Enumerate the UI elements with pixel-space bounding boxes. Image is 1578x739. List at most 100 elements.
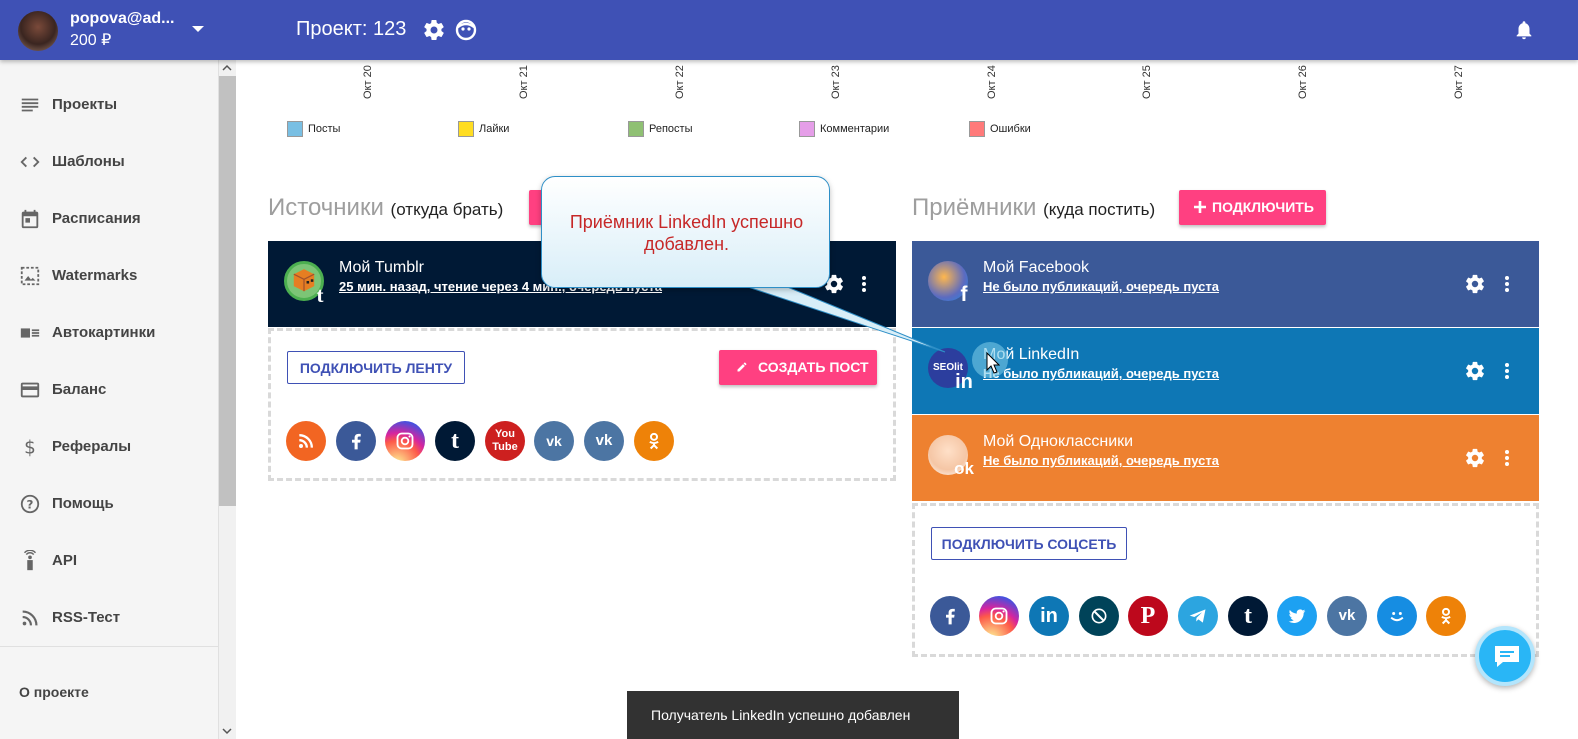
receiver-card-linkedin: SEOlit in Мой LinkedIn Не было публикаци… bbox=[912, 328, 1539, 414]
receiver-card-facebook: f Мой Facebook Не было публикаций, очере… bbox=[912, 241, 1539, 327]
connect-feed-button[interactable]: ПОДКЛЮЧИТЬ ЛЕНТУ bbox=[287, 351, 465, 384]
connect-receiver-label: ПОДКЛЮЧИТЬ bbox=[1212, 199, 1314, 215]
sidebar-item-label: Проекты bbox=[52, 96, 118, 113]
odnoklassniki-icon[interactable] bbox=[1426, 596, 1466, 636]
receiver-card-name: Мой Facebook bbox=[983, 259, 1090, 276]
photo-text-icon bbox=[20, 328, 40, 338]
wireless-icon bbox=[23, 550, 37, 571]
legend-swatch bbox=[458, 121, 474, 137]
svg-text:?: ? bbox=[27, 498, 34, 512]
instagram-icon[interactable] bbox=[385, 421, 425, 461]
facebook-badge-icon: f bbox=[960, 283, 968, 306]
chat-icon bbox=[1495, 646, 1519, 667]
chat-button[interactable] bbox=[1475, 626, 1535, 686]
legend-label: Ошибки bbox=[990, 123, 1031, 135]
tumblr-badge-icon: t bbox=[316, 283, 324, 307]
chart-date-label: Окт 25 bbox=[1141, 65, 1153, 99]
facebook-icon[interactable] bbox=[930, 596, 970, 636]
instagram-icon[interactable] bbox=[979, 596, 1019, 636]
sidebar-item-label: RSS-Тест bbox=[52, 609, 121, 626]
sidebar-item-schedules[interactable]: Расписания bbox=[0, 199, 219, 239]
vk-icon[interactable]: vk bbox=[584, 421, 624, 461]
moimir-icon[interactable] bbox=[1377, 596, 1417, 636]
more-vert-icon[interactable] bbox=[1504, 449, 1510, 467]
vk-icon[interactable]: vk bbox=[1327, 596, 1367, 636]
vk-market-icon[interactable]: vk bbox=[534, 421, 574, 461]
rss-icon bbox=[22, 610, 38, 626]
chart-date-label: Окт 24 bbox=[986, 65, 998, 99]
support-face-icon[interactable] bbox=[454, 18, 478, 42]
sidebar-item-label: Автокартинки bbox=[52, 324, 156, 341]
chart-date-label: Окт 27 bbox=[1453, 65, 1465, 99]
sidebar-item-label: Баланс bbox=[52, 381, 107, 398]
legend-swatch bbox=[799, 121, 815, 137]
code-icon bbox=[20, 156, 40, 168]
scroll-down-icon[interactable] bbox=[221, 725, 233, 737]
more-vert-icon[interactable] bbox=[1504, 362, 1510, 380]
rss-icon[interactable] bbox=[286, 421, 326, 461]
sidebar-item-balance[interactable]: Баланс bbox=[0, 370, 219, 410]
sidebar-item-label: Рефералы bbox=[52, 438, 132, 455]
connect-receiver-button[interactable]: ПОДКЛЮЧИТЬ bbox=[1179, 190, 1326, 225]
sidebar-item-help[interactable]: ? Помощь bbox=[0, 484, 219, 524]
gear-icon[interactable] bbox=[1464, 447, 1486, 469]
tumblr-icon[interactable]: t bbox=[1228, 596, 1268, 636]
sidebar-item-referrals[interactable]: $ Рефералы bbox=[0, 427, 219, 467]
receiver-card-odnoklassniki: ok Мой Одноклассники Не было публикаций,… bbox=[912, 415, 1539, 501]
gear-icon[interactable] bbox=[1464, 273, 1486, 295]
image-icon bbox=[20, 266, 40, 286]
sidebar-item-label: API bbox=[52, 552, 78, 569]
twitter-icon[interactable] bbox=[1277, 596, 1317, 636]
source-card-name: Мой Tumblr bbox=[339, 259, 424, 276]
project-title: Проект: 123 bbox=[296, 18, 407, 40]
linkedin-icon[interactable]: in bbox=[1029, 596, 1069, 636]
sources-title: Источники bbox=[268, 194, 384, 221]
legend-swatch bbox=[628, 121, 644, 137]
chart-date-label: Окт 22 bbox=[674, 65, 686, 99]
sidebar-item-autoimages[interactable]: Автокартинки bbox=[0, 313, 219, 353]
tumblr-icon[interactable]: t bbox=[435, 421, 475, 461]
user-balance: 200 ₽ bbox=[70, 32, 112, 49]
receiver-card-status[interactable]: Не было публикаций, очередь пуста bbox=[983, 453, 1219, 468]
gear-icon[interactable] bbox=[422, 18, 446, 42]
chart-date-label: Окт 23 bbox=[830, 65, 842, 99]
help-icon: ? bbox=[20, 494, 40, 514]
telegram-icon[interactable] bbox=[1178, 596, 1218, 636]
odnoklassniki-icon[interactable] bbox=[634, 421, 674, 461]
receivers-subtitle: (куда постить) bbox=[1043, 200, 1156, 219]
receiver-card-status[interactable]: Не было публикаций, очередь пуста bbox=[983, 366, 1219, 381]
livejournal-icon[interactable] bbox=[1079, 596, 1119, 636]
legend-swatch bbox=[287, 121, 303, 137]
sidebar-item-label: Помощь bbox=[52, 495, 114, 512]
user-email[interactable]: popova@ad... bbox=[70, 10, 175, 28]
sidebar-item-templates[interactable]: Шаблоны bbox=[0, 142, 219, 182]
sidebar-scroll-thumb[interactable] bbox=[219, 76, 236, 506]
tooltip-text: Приёмник LinkedIn успешно добавлен. bbox=[542, 211, 831, 255]
sidebar-divider bbox=[0, 646, 219, 647]
sidebar-item-about[interactable]: О проекте bbox=[19, 684, 89, 700]
connect-social-button[interactable]: ПОДКЛЮЧИТЬ СОЦСЕТЬ bbox=[931, 527, 1127, 560]
more-vert-icon[interactable] bbox=[861, 275, 867, 293]
create-post-button[interactable]: СОЗДАТЬ ПОСТ bbox=[719, 350, 877, 385]
gear-icon[interactable] bbox=[1464, 360, 1486, 382]
user-avatar[interactable] bbox=[18, 11, 58, 51]
sidebar-item-rss-test[interactable]: RSS-Тест bbox=[0, 598, 219, 638]
chart-date-label: Окт 20 bbox=[362, 65, 374, 99]
sidebar: Проекты Шаблоны Расписания Watermarks Ав… bbox=[0, 60, 219, 739]
pinterest-icon[interactable]: P bbox=[1128, 596, 1168, 636]
youtube-icon[interactable]: You Tube bbox=[485, 421, 525, 461]
tooltip-line-1: Приёмник LinkedIn успешно bbox=[569, 212, 804, 232]
more-vert-icon[interactable] bbox=[1504, 275, 1510, 293]
receiver-card-status[interactable]: Не было публикаций, очередь пуста bbox=[983, 279, 1219, 294]
scroll-up-icon[interactable] bbox=[221, 62, 233, 74]
credit-card-icon bbox=[20, 382, 40, 398]
sidebar-item-projects[interactable]: Проекты bbox=[0, 85, 219, 125]
sidebar-item-watermarks[interactable]: Watermarks bbox=[0, 256, 219, 296]
legend-label: Репосты bbox=[649, 123, 693, 135]
sidebar-item-api[interactable]: API bbox=[0, 541, 219, 581]
account-dropdown-icon[interactable] bbox=[192, 26, 204, 32]
bell-icon[interactable] bbox=[1513, 18, 1535, 42]
facebook-icon[interactable] bbox=[336, 421, 376, 461]
success-tooltip: Приёмник LinkedIn успешно добавлен. bbox=[541, 176, 830, 288]
plus-icon bbox=[1194, 201, 1206, 213]
